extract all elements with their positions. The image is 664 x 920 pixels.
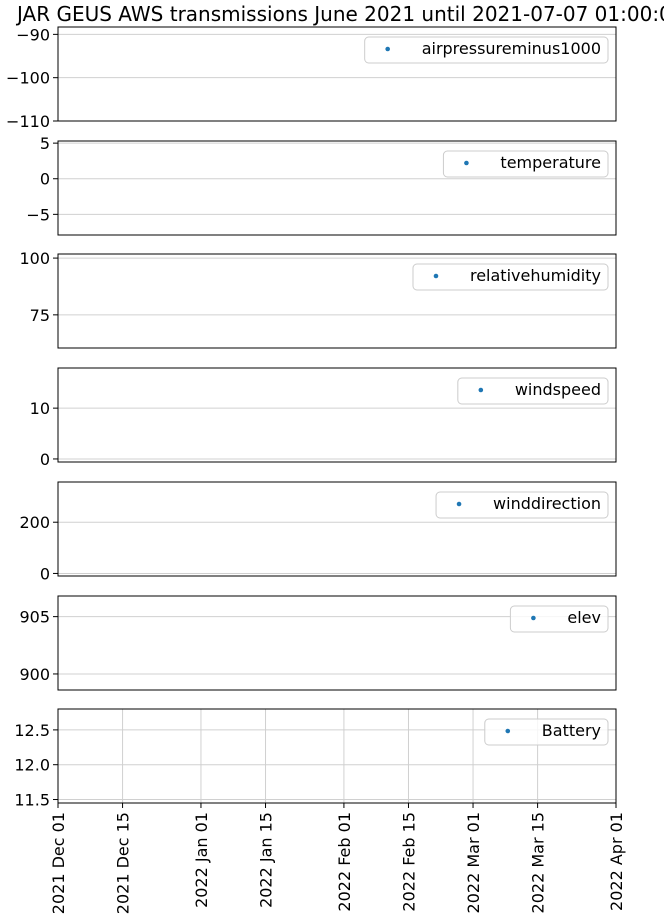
legend-marker xyxy=(478,387,484,393)
panel-windspeed: 10 0 windspeed xyxy=(30,367,617,469)
legend: temperature xyxy=(442,150,609,178)
y-tick-label: −5 xyxy=(26,205,50,224)
panel-winddirection: 200 0 winddirection xyxy=(19,481,617,583)
legend-label: relativehumidity xyxy=(470,266,601,285)
x-axis-ticks: 2021 Dec 01 2021 Dec 15 2022 Jan 01 2022 Ja… xyxy=(49,803,626,914)
panel-relativehumidity: 100 75 relativehumidity xyxy=(19,249,617,349)
y-tick-label: 200 xyxy=(19,513,50,532)
y-tick-label: 12.0 xyxy=(14,756,50,775)
legend-marker xyxy=(531,615,536,621)
legend-label: Battery xyxy=(542,721,601,740)
x-tick-label: 2022 Mar 01 xyxy=(464,812,483,913)
y-tick-label: −100 xyxy=(6,69,50,88)
x-tick-label: 2022 Feb 01 xyxy=(335,812,354,912)
y-tick-label: 100 xyxy=(19,249,50,268)
legend-label: airpressureminus1000 xyxy=(422,39,601,58)
y-tick-label: 0 xyxy=(40,564,50,583)
panels: −90 −100 −110 airpressureminus1000 5 0 −5 tempe… xyxy=(6,25,617,810)
legend-marker xyxy=(385,46,390,52)
y-tick-label: −90 xyxy=(16,25,50,44)
x-tick-label: 2021 Dec 01 xyxy=(49,812,68,914)
panel-elev: 905 900 elev xyxy=(19,595,617,691)
y-tick-label: 0 xyxy=(40,450,50,469)
legend: winddirection xyxy=(435,491,609,519)
legend: windspeed xyxy=(457,377,609,405)
legend-marker xyxy=(433,273,439,279)
x-tick-label: 2021 Dec 15 xyxy=(114,812,133,914)
legend-label: winddirection xyxy=(493,494,601,513)
y-tick-label: 11.5 xyxy=(14,791,50,810)
legend-label: temperature xyxy=(500,153,601,172)
legend: Battery xyxy=(484,718,609,746)
legend: airpressureminus1000 xyxy=(364,36,609,64)
y-tick-label: 75 xyxy=(30,306,50,325)
legend-marker xyxy=(505,728,511,734)
x-tick-label: 2022 Jan 15 xyxy=(257,812,276,908)
y-tick-label: 12.5 xyxy=(14,721,50,740)
y-tick-label: 0 xyxy=(40,170,50,189)
panel-Battery: 12.5 12.0 11.5 Battery xyxy=(14,708,617,810)
legend-marker xyxy=(456,501,462,507)
chart-title: JAR GEUS AWS transmissions June 2021 unt… xyxy=(15,2,664,26)
x-tick-label: 2022 Apr 01 xyxy=(607,812,626,911)
x-tick-label: 2022 Mar 15 xyxy=(529,812,548,913)
panel-temperature: 5 0 −5 temperature xyxy=(26,134,617,236)
legend: elev xyxy=(509,605,609,633)
figure: JAR GEUS AWS transmissions June 2021 unt… xyxy=(6,2,664,914)
y-tick-label: 900 xyxy=(19,665,50,684)
y-tick-label: 5 xyxy=(40,134,50,153)
y-tick-label: 10 xyxy=(30,399,50,418)
legend-label: elev xyxy=(567,608,601,627)
x-tick-label: 2022 Jan 01 xyxy=(192,812,211,908)
panel-airpressureminus1000: −90 −100 −110 airpressureminus1000 xyxy=(6,25,617,131)
x-tick-label: 2022 Feb 15 xyxy=(399,812,418,912)
legend: relativehumidity xyxy=(412,263,609,291)
y-tick-label: 905 xyxy=(19,608,50,627)
y-tick-label: −110 xyxy=(6,112,50,131)
legend-marker xyxy=(464,160,469,166)
legend-label: windspeed xyxy=(515,380,601,399)
